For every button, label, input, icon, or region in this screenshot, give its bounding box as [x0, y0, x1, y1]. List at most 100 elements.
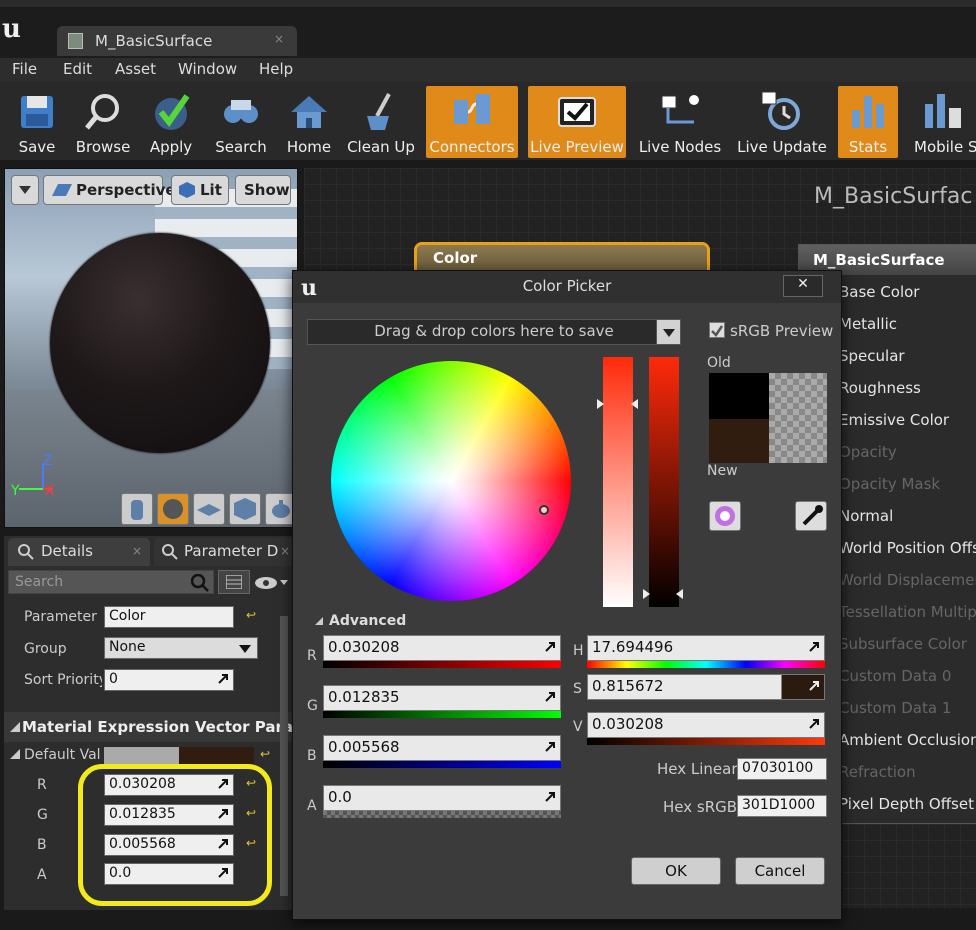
hex-srgb-field[interactable]: 301D1000	[737, 795, 827, 817]
material-pin[interactable]: Emissive Color	[839, 411, 949, 429]
material-pin[interactable]: Refraction	[839, 763, 916, 781]
material-pin[interactable]: Custom Data 0	[839, 667, 951, 685]
cleanup-icon	[367, 93, 391, 130]
parameter-tab-close-icon[interactable]: ×	[280, 544, 290, 558]
live-update-button[interactable]: Live Update	[734, 86, 830, 158]
g-slider-label: G	[307, 698, 318, 714]
menu-asset[interactable]: Asset	[115, 60, 156, 78]
material-pin[interactable]: World Position Offse	[839, 539, 976, 557]
value-marker-left[interactable]	[643, 589, 650, 599]
v-slider-label: V	[573, 719, 583, 735]
mobile-stats-button[interactable]: Mobile St	[906, 86, 976, 158]
v-slider[interactable]: 0.030208	[587, 712, 825, 738]
top-strip	[0, 0, 976, 7]
connectors-button[interactable]: Connectors	[426, 86, 518, 158]
menu-window[interactable]: Window	[178, 60, 237, 78]
expand-arrow-icon	[218, 674, 228, 684]
save-button[interactable]: Save	[6, 86, 68, 158]
material-pin[interactable]: Specular	[839, 347, 905, 365]
parameter-name-field[interactable]: Color	[104, 606, 234, 628]
advanced-section-label[interactable]: Advanced	[329, 613, 406, 629]
b-slider-label: B	[307, 748, 317, 764]
clean-up-button[interactable]: Clean Up	[344, 86, 418, 158]
color-wheel-cursor[interactable]	[539, 505, 549, 515]
cube-shape-button[interactable]	[229, 493, 261, 525]
saved-colors-dropdown[interactable]	[656, 319, 681, 345]
details-tab-close-icon[interactable]: ×	[132, 544, 142, 558]
s-slider[interactable]: 0.815672	[587, 674, 825, 700]
material-pin[interactable]: Normal	[839, 507, 893, 525]
color-wheel-mode-button[interactable]	[709, 501, 741, 531]
group-dropdown[interactable]: None	[104, 637, 258, 659]
vector-parameter-section-header[interactable]: Material Expression Vector Paramete	[4, 712, 336, 742]
material-preview-viewport[interactable]: Perspective Lit Show Z X Y	[4, 168, 298, 528]
cylinder-shape-button[interactable]	[121, 493, 153, 525]
tab-close-icon[interactable]: ×	[274, 32, 284, 46]
menu-help[interactable]: Help	[259, 60, 293, 78]
cancel-button[interactable]: Cancel	[735, 857, 825, 885]
color-wheel[interactable]	[331, 361, 571, 601]
mobile-stats-label: Mobile St	[914, 138, 976, 156]
material-pin[interactable]: Subsurface Color	[839, 635, 967, 653]
home-button[interactable]: Home	[280, 86, 338, 158]
h-slider[interactable]: 17.694496	[587, 635, 825, 661]
r-slider[interactable]: 0.030208	[323, 635, 561, 661]
value-marker-right[interactable]	[676, 589, 683, 599]
material-pin[interactable]: Pixel Depth Offset	[839, 795, 974, 813]
menu-file[interactable]: File	[12, 60, 37, 78]
perspective-button[interactable]: Perspective	[43, 175, 176, 205]
material-pin[interactable]: Tessellation Multipli	[839, 603, 976, 621]
saturation-marker-left[interactable]	[597, 399, 604, 409]
visibility-filter-button[interactable]	[254, 574, 290, 592]
hex-linear-field[interactable]: 07030100	[737, 758, 827, 780]
parameter-defaults-tab[interactable]: Parameter D ×	[154, 538, 294, 566]
saturation-slider[interactable]	[603, 357, 633, 607]
details-tab[interactable]: Details ×	[8, 538, 150, 566]
cylinder-icon	[131, 500, 143, 520]
saturation-marker-right[interactable]	[631, 399, 638, 409]
menu-edit[interactable]: Edit	[63, 60, 92, 78]
reset-to-default-icon[interactable]: ↩	[260, 747, 270, 761]
browse-label: Browse	[75, 138, 131, 156]
apply-button[interactable]: Apply	[140, 86, 202, 158]
cube-icon	[234, 498, 256, 520]
saved-colors-drop-zone[interactable]: Drag & drop colors here to save	[307, 319, 681, 345]
eyedropper-button[interactable]	[795, 501, 827, 531]
browse-icon	[85, 94, 119, 130]
b-slider[interactable]: 0.005568	[323, 735, 561, 761]
material-pin[interactable]: World Displacement	[839, 571, 976, 589]
value-slider[interactable]	[649, 357, 679, 607]
sort-priority-field[interactable]: 0	[104, 669, 234, 691]
live-preview-button[interactable]: Live Preview	[528, 86, 626, 158]
material-pin[interactable]: Opacity Mask	[839, 475, 940, 493]
material-pin[interactable]: Ambient Occlusion	[839, 731, 976, 749]
srgb-preview-checkbox[interactable]	[709, 322, 725, 338]
sphere-shape-button[interactable]	[157, 493, 189, 525]
browse-button[interactable]: Browse	[72, 86, 134, 158]
close-button[interactable]: ✕	[783, 275, 823, 297]
viewport-options-button[interactable]	[11, 175, 39, 205]
expand-arrow-icon	[809, 681, 819, 691]
material-pin[interactable]: Opacity	[839, 443, 897, 461]
material-pin[interactable]: Metallic	[839, 315, 897, 333]
lit-button[interactable]: Lit	[171, 175, 229, 205]
property-matrix-button[interactable]	[218, 570, 250, 594]
show-button[interactable]: Show	[235, 175, 291, 205]
live-nodes-button[interactable]: Live Nodes	[634, 86, 726, 158]
material-pin[interactable]: Custom Data 1	[839, 699, 951, 717]
plane-shape-button[interactable]	[193, 493, 225, 525]
sphere-icon	[163, 499, 183, 519]
reset-to-default-icon[interactable]: ↩	[246, 608, 256, 622]
details-search-box[interactable]: Search	[8, 570, 214, 594]
chevron-down-icon	[663, 329, 675, 337]
material-pin[interactable]: Roughness	[839, 379, 921, 397]
details-scrollbar[interactable]	[280, 616, 288, 896]
search-button[interactable]: Search	[208, 86, 274, 158]
a-slider[interactable]: 0.0	[323, 785, 561, 811]
default-color-swatch[interactable]	[104, 747, 254, 765]
ok-button[interactable]: OK	[631, 857, 721, 885]
document-tab[interactable]: M_BasicSurface ×	[57, 26, 297, 56]
stats-button[interactable]: Stats	[838, 86, 898, 158]
g-slider[interactable]: 0.012835	[323, 685, 561, 711]
material-pin[interactable]: Base Color	[839, 283, 919, 301]
